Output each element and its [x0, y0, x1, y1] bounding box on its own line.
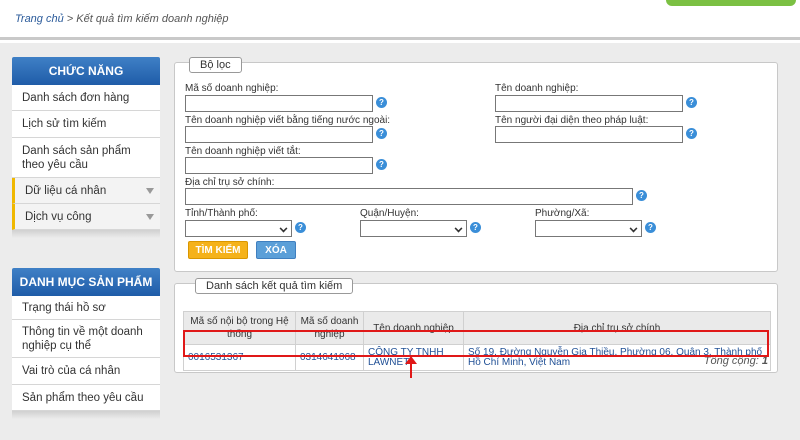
sidebar-item-search-history[interactable]: Lịch sử tìm kiếm — [12, 111, 160, 138]
short-name-input[interactable] — [185, 157, 373, 174]
menu-shadow — [12, 411, 160, 419]
address-label: Địa chỉ trụ sở chính: — [185, 177, 275, 188]
foreign-name-input[interactable] — [185, 126, 373, 143]
sidebar-item-record-status[interactable]: Trạng thái hồ sơ — [12, 296, 160, 320]
province-label: Tỉnh/Thành phố: — [185, 208, 258, 219]
sidebar-item-public-services[interactable]: Dịch vụ công — [12, 204, 160, 230]
help-icon[interactable]: ? — [636, 190, 647, 201]
chevron-down-icon — [629, 224, 638, 233]
short-name-label: Tên doanh nghiệp viết tắt: — [185, 146, 301, 157]
company-code-input[interactable] — [185, 95, 373, 112]
sidebar-item-label: Dịch vụ công — [25, 211, 92, 223]
help-icon[interactable]: ? — [645, 222, 656, 233]
help-icon[interactable]: ? — [686, 97, 697, 108]
top-bar: Trang chủ > Kết quả tìm kiếm doanh nghiệ… — [0, 0, 800, 40]
header-green-tab[interactable] — [666, 0, 796, 6]
address-input[interactable] — [185, 188, 633, 205]
functions-header: CHỨC NĂNG — [12, 57, 160, 85]
sidebar-item-requested-products[interactable]: Danh sách sản phẩm theo yêu cầu — [12, 138, 160, 178]
chevron-down-icon — [279, 224, 288, 233]
sidebar-item-label: Dữ liệu cá nhân — [25, 185, 107, 197]
company-code-label: Mã số doanh nghiệp: — [185, 83, 279, 94]
breadcrumb-current: Kết quả tìm kiếm doanh nghiệp — [76, 13, 229, 25]
catalog-header: DANH MỤC SẢN PHẨM — [12, 268, 160, 296]
legal-rep-label: Tên người đại diện theo pháp luật: — [495, 115, 649, 126]
clear-button[interactable]: XÓA — [256, 241, 296, 259]
sidebar-item-personal-role[interactable]: Vai trò của cá nhân — [12, 358, 160, 385]
breadcrumb-separator: > — [63, 13, 77, 25]
filter-legend: Bộ lọc — [189, 57, 242, 73]
district-label: Quận/Huyện: — [360, 208, 419, 219]
help-icon[interactable]: ? — [686, 128, 697, 139]
row-highlight-box — [183, 330, 769, 357]
catalog-menu: Trạng thái hồ sơ Thông tin về một doanh … — [12, 296, 160, 411]
foreign-name-label: Tên doanh nghiệp viết bằng tiếng nước ng… — [185, 115, 391, 126]
arrow-shaft — [410, 360, 412, 378]
sidebar-item-company-info[interactable]: Thông tin về một doanh nghiệp cụ thể — [12, 320, 160, 358]
results-legend: Danh sách kết quả tìm kiếm — [195, 278, 354, 294]
functions-menu: Danh sách đơn hàng Lịch sử tìm kiếm Danh… — [12, 85, 160, 230]
sidebar-item-personal-data[interactable]: Dữ liệu cá nhân — [12, 178, 160, 204]
company-name-label: Tên doanh nghiệp: — [495, 83, 579, 94]
caret-down-icon — [146, 213, 154, 220]
ward-label: Phường/Xã: — [535, 208, 590, 219]
help-icon[interactable]: ? — [295, 222, 306, 233]
ward-select[interactable] — [535, 220, 642, 237]
help-icon[interactable]: ? — [470, 222, 481, 233]
help-icon[interactable]: ? — [376, 128, 387, 139]
chevron-down-icon — [454, 224, 463, 233]
breadcrumb-home-link[interactable]: Trang chủ — [15, 13, 64, 25]
legal-rep-input[interactable] — [495, 126, 683, 143]
province-select[interactable] — [185, 220, 292, 237]
sidebar-item-orders[interactable]: Danh sách đơn hàng — [12, 85, 160, 111]
menu-shadow — [12, 230, 160, 238]
filter-panel: Bộ lọc Mã số doanh nghiệp: ? Tên doanh n… — [174, 57, 778, 272]
company-name-input[interactable] — [495, 95, 683, 112]
help-icon[interactable]: ? — [376, 97, 387, 108]
district-select[interactable] — [360, 220, 467, 237]
search-button[interactable]: TÌM KIẾM — [188, 241, 248, 259]
breadcrumb: Trang chủ > Kết quả tìm kiếm doanh nghiệ… — [15, 13, 229, 25]
results-panel: Danh sách kết quả tìm kiếm Mã số nội bộ … — [174, 278, 778, 373]
caret-down-icon — [146, 187, 154, 194]
help-icon[interactable]: ? — [376, 159, 387, 170]
sidebar-item-custom-products[interactable]: Sản phẩm theo yêu cầu — [12, 385, 160, 411]
